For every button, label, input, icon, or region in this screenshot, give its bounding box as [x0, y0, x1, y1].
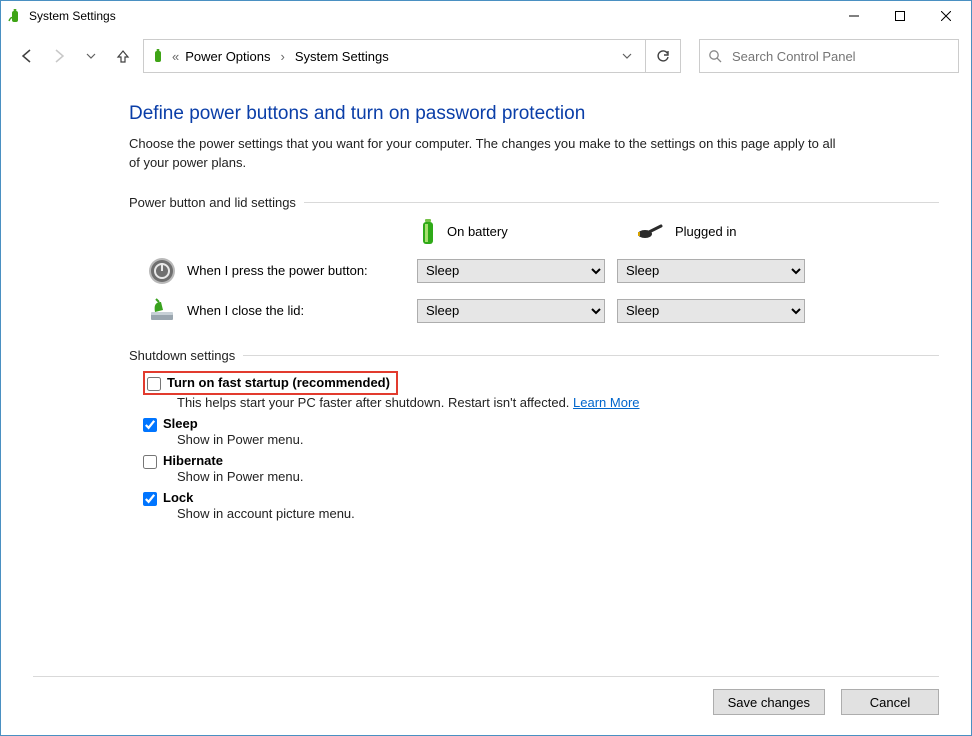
search-icon: [708, 49, 722, 63]
learn-more-link[interactable]: Learn More: [573, 395, 639, 410]
sleep-checkbox[interactable]: [143, 418, 157, 432]
titlebar: System Settings: [1, 1, 971, 31]
breadcrumb-prefix: «: [172, 49, 179, 64]
sleep-desc: Show in Power menu.: [177, 432, 939, 447]
address-bar[interactable]: « Power Options › System Settings: [143, 39, 646, 73]
lock-desc: Show in account picture menu.: [177, 506, 939, 521]
intro-text: Choose the power settings that you want …: [129, 135, 849, 173]
footer-divider: [33, 676, 939, 677]
sleep-label: Sleep: [163, 416, 198, 431]
footer: Save changes Cancel: [713, 689, 939, 715]
power-button-plugged-select[interactable]: Sleep: [617, 259, 805, 283]
up-button[interactable]: [111, 44, 135, 68]
lid-battery-select[interactable]: Sleep: [417, 299, 605, 323]
save-button[interactable]: Save changes: [713, 689, 825, 715]
lock-label: Lock: [163, 490, 193, 505]
breadcrumb-sep-icon: ›: [281, 49, 285, 64]
minimize-button[interactable]: [831, 1, 877, 31]
lock-checkbox[interactable]: [143, 492, 157, 506]
plug-icon: [635, 222, 665, 242]
refresh-button[interactable]: [646, 39, 681, 73]
fast-startup-desc: This helps start your PC faster after sh…: [177, 395, 939, 410]
back-button[interactable]: [15, 44, 39, 68]
cancel-button[interactable]: Cancel: [841, 689, 939, 715]
lid-plugged-select[interactable]: Sleep: [617, 299, 805, 323]
hibernate-desc: Show in Power menu.: [177, 469, 939, 484]
page-heading: Define power buttons and turn on passwor…: [129, 103, 939, 125]
address-dropdown-button[interactable]: [615, 40, 639, 72]
fast-startup-highlight: Turn on fast startup (recommended): [143, 371, 398, 395]
power-button-icon: [147, 256, 177, 286]
section-shutdown: Shutdown settings: [129, 348, 939, 363]
shutdown-settings: Turn on fast startup (recommended) This …: [129, 371, 939, 521]
close-button[interactable]: [923, 1, 969, 31]
maximize-button[interactable]: [877, 1, 923, 31]
search-box[interactable]: [699, 39, 959, 73]
lid-icon: [147, 296, 177, 326]
hibernate-row[interactable]: Hibernate: [143, 453, 939, 469]
fast-startup-row[interactable]: Turn on fast startup (recommended): [147, 375, 390, 391]
address-icon: [150, 48, 166, 64]
battery-icon: [419, 218, 437, 246]
lid-label: When I close the lid:: [187, 303, 417, 318]
nav-row: « Power Options › System Settings: [1, 31, 971, 81]
window: System Settings « Power Options › System…: [0, 0, 972, 736]
hibernate-checkbox[interactable]: [143, 455, 157, 469]
app-icon: [7, 8, 23, 24]
breadcrumb-system-settings[interactable]: System Settings: [295, 49, 389, 64]
plugged-in-label: Plugged in: [675, 224, 736, 239]
fast-startup-label: Turn on fast startup (recommended): [167, 375, 390, 390]
sleep-row[interactable]: Sleep: [143, 416, 939, 432]
column-headers: On battery Plugged in: [419, 218, 939, 246]
on-battery-label: On battery: [447, 224, 508, 239]
search-input[interactable]: [730, 48, 950, 65]
window-title: System Settings: [29, 9, 831, 23]
breadcrumb-power-options[interactable]: Power Options: [185, 49, 270, 64]
recent-button[interactable]: [79, 44, 103, 68]
hibernate-label: Hibernate: [163, 453, 223, 468]
fast-startup-checkbox[interactable]: [147, 377, 161, 391]
section-power-button: Power button and lid settings: [129, 195, 939, 210]
lock-row[interactable]: Lock: [143, 490, 939, 506]
forward-button[interactable]: [47, 44, 71, 68]
content: Define power buttons and turn on passwor…: [1, 81, 971, 521]
power-button-battery-select[interactable]: Sleep: [417, 259, 605, 283]
power-button-label: When I press the power button:: [187, 263, 417, 278]
